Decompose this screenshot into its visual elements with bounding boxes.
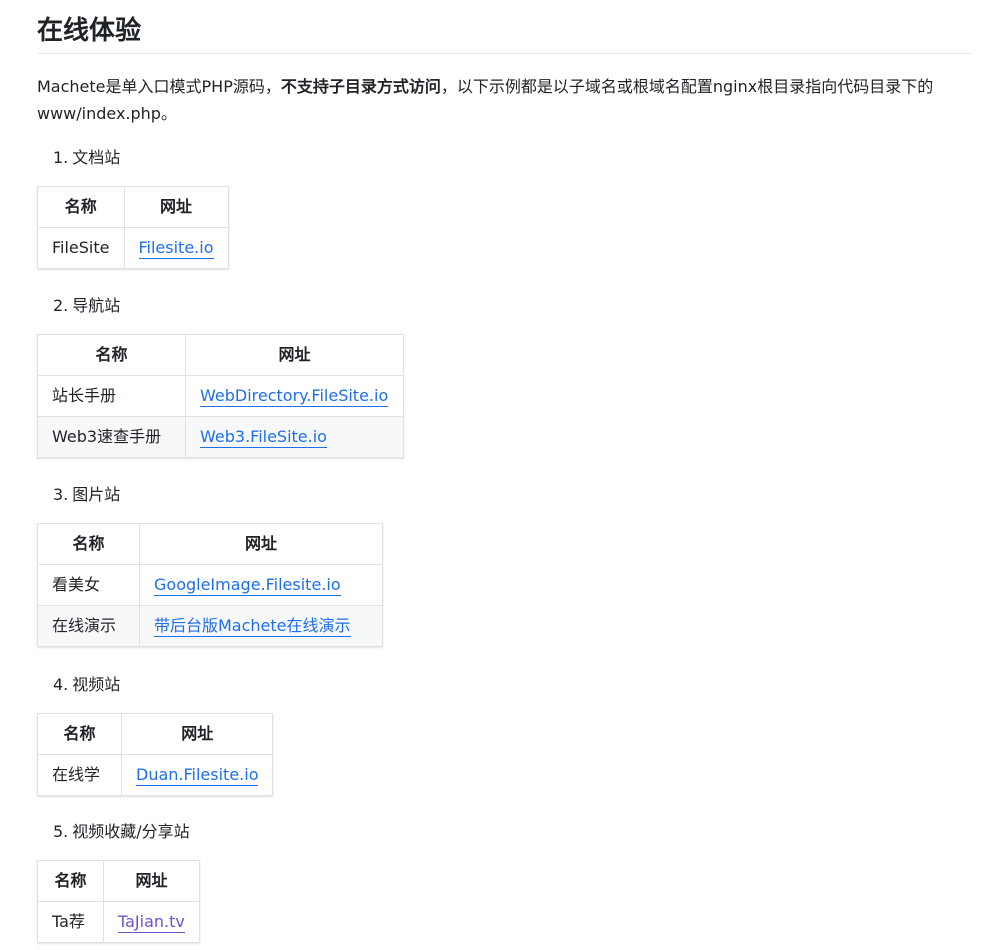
column-header-name: 名称 [37, 860, 104, 902]
section-number: 3. [53, 485, 69, 504]
column-header-name: 名称 [37, 334, 186, 376]
table-header-row: 名称 网址 [37, 860, 200, 902]
section-title: 视频站 [72, 675, 121, 694]
section-title: 视频收藏/分享站 [72, 822, 190, 841]
site-url-cell: 带后台版Machete在线演示 [139, 605, 383, 647]
section-title: 文档站 [72, 148, 121, 167]
site-name-cell: 看美女 [37, 564, 140, 606]
section-title: 导航站 [72, 296, 121, 315]
section-label: 3. 图片站 [53, 483, 383, 507]
site-link[interactable]: TaJian.tv [118, 912, 185, 933]
table-row: 在线演示 带后台版Machete在线演示 [37, 605, 383, 647]
site-name-cell: 在线学 [37, 754, 122, 796]
intro-text-bold: 不支持子目录方式访问 [280, 77, 441, 96]
site-url-cell: GoogleImage.Filesite.io [139, 564, 383, 606]
column-header-url: 网址 [120, 713, 274, 755]
section-image-site: 3. 图片站 名称 网址 看美女 GoogleImage.Filesite.io … [37, 483, 383, 647]
section-number: 4. [53, 675, 69, 694]
column-header-name: 名称 [37, 523, 140, 565]
section-label: 1. 文档站 [53, 146, 229, 170]
column-header-url: 网址 [123, 186, 229, 228]
readme-page: 在线体验 Machete是单入口模式PHP源码，不支持子目录方式访问，以下示例都… [0, 0, 1002, 950]
site-link[interactable]: Duan.Filesite.io [136, 765, 259, 786]
section-label: 5. 视频收藏/分享站 [53, 820, 200, 844]
table-row: Web3速查手册 Web3.FileSite.io [37, 416, 404, 458]
links-table: 名称 网址 Ta荐 TaJian.tv [37, 860, 200, 943]
column-header-name: 名称 [37, 713, 122, 755]
intro-paragraph: Machete是单入口模式PHP源码，不支持子目录方式访问，以下示例都是以子域名… [37, 73, 967, 127]
section-nav-site: 2. 导航站 名称 网址 站长手册 WebDirectory.FileSite.i… [37, 294, 404, 458]
column-header-url: 网址 [139, 523, 383, 565]
site-url-cell: WebDirectory.FileSite.io [185, 375, 404, 417]
table-header-row: 名称 网址 [37, 186, 229, 228]
site-link[interactable]: Filesite.io [138, 238, 214, 259]
section-video-site: 4. 视频站 名称 网址 在线学 Duan.Filesite.io [37, 673, 274, 796]
links-table: 名称 网址 看美女 GoogleImage.Filesite.io 在线演示 带… [37, 523, 383, 647]
section-title: 图片站 [72, 485, 121, 504]
section-number: 1. [53, 148, 69, 167]
table-header-row: 名称 网址 [37, 334, 404, 376]
site-link[interactable]: GoogleImage.Filesite.io [154, 575, 341, 596]
links-table: 名称 网址 在线学 Duan.Filesite.io [37, 713, 274, 796]
site-name-cell: 在线演示 [37, 605, 140, 647]
table-header-row: 名称 网址 [37, 713, 274, 755]
column-header-url: 网址 [185, 334, 404, 376]
column-header-name: 名称 [37, 186, 125, 228]
site-link[interactable]: Web3.FileSite.io [200, 427, 327, 448]
site-link[interactable]: WebDirectory.FileSite.io [200, 386, 389, 407]
site-name-cell: Web3速查手册 [37, 416, 186, 458]
site-name-cell: Ta荐 [37, 901, 104, 943]
column-header-url: 网址 [103, 860, 200, 902]
table-row: 站长手册 WebDirectory.FileSite.io [37, 375, 404, 417]
intro-text-before: Machete是单入口模式PHP源码， [37, 77, 281, 96]
site-url-cell: Web3.FileSite.io [185, 416, 404, 458]
table-row: Ta荐 TaJian.tv [37, 901, 200, 943]
site-url-cell: Duan.Filesite.io [120, 754, 274, 796]
section-number: 2. [53, 296, 69, 315]
table-header-row: 名称 网址 [37, 523, 383, 565]
site-url-cell: Filesite.io [123, 227, 229, 269]
table-row: FileSite Filesite.io [37, 227, 229, 269]
links-table: 名称 网址 站长手册 WebDirectory.FileSite.io Web3… [37, 334, 404, 458]
table-row: 在线学 Duan.Filesite.io [37, 754, 274, 796]
site-name-cell: 站长手册 [37, 375, 186, 417]
site-name-cell: FileSite [37, 227, 125, 269]
section-doc-site: 1. 文档站 名称 网址 FileSite Filesite.io [37, 146, 229, 269]
demo-link[interactable]: 带后台版Machete在线演示 [154, 616, 351, 637]
section-number: 5. [53, 822, 69, 841]
links-table: 名称 网址 FileSite Filesite.io [37, 186, 229, 269]
page-title: 在线体验 [37, 11, 972, 54]
section-label: 4. 视频站 [53, 673, 273, 697]
section-label: 2. 导航站 [53, 294, 404, 318]
section-video-share-site: 5. 视频收藏/分享站 名称 网址 Ta荐 TaJian.tv [37, 820, 200, 943]
table-row: 看美女 GoogleImage.Filesite.io [37, 564, 383, 606]
site-url-cell: TaJian.tv [103, 901, 200, 943]
